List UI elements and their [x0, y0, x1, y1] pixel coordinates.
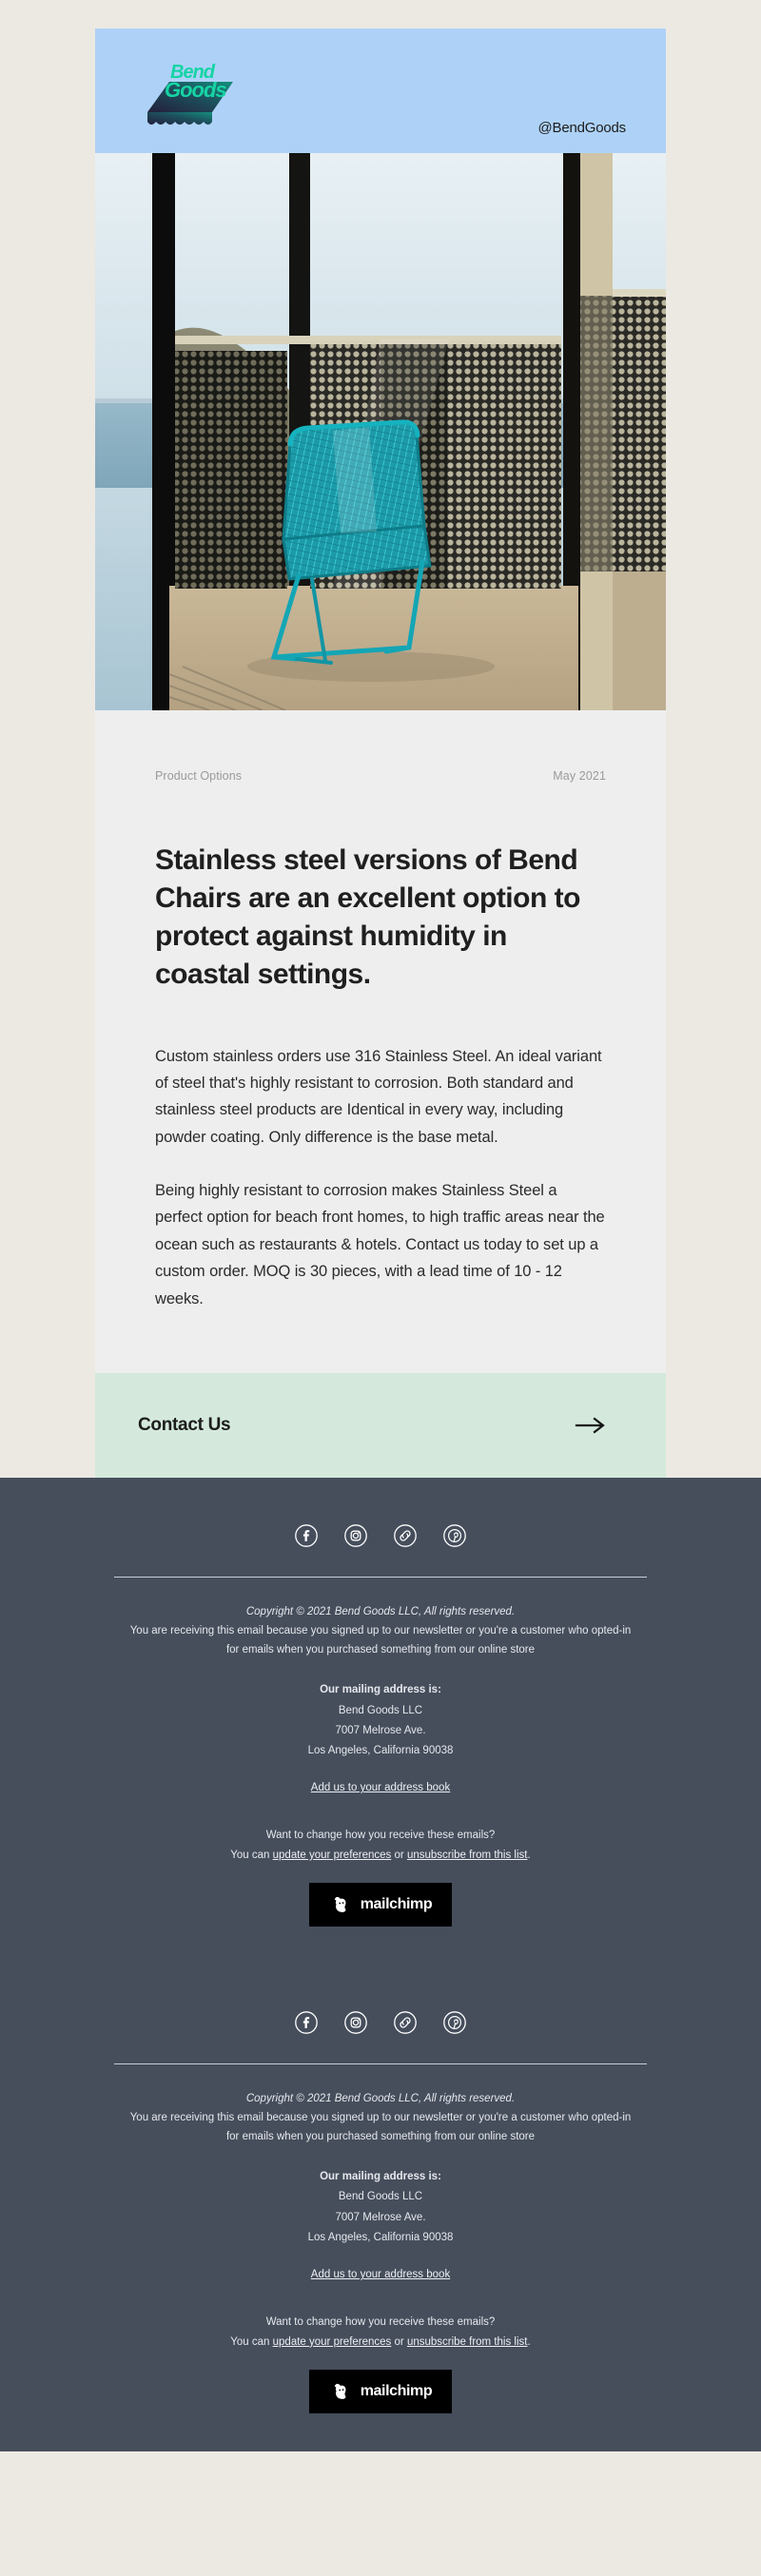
- mailing-address-heading: Our mailing address is:: [320, 1684, 441, 1696]
- optin-reason-line-1: You are receiving this email because you…: [129, 2111, 632, 2123]
- mailing-address-line-2: 7007 Melrose Ave.: [335, 2211, 426, 2223]
- website-link-icon[interactable]: [393, 1523, 418, 1548]
- unsubscribe-link[interactable]: unsubscribe from this list: [407, 1850, 528, 1861]
- instagram-icon[interactable]: [343, 2010, 368, 2035]
- mailchimp-badge-wrap: mailchimp: [114, 1882, 647, 1927]
- footer-copyright-block: Copyright © 2021 Bend Goods LLC, All rig…: [114, 2089, 647, 2146]
- mailing-address-block: Our mailing address is: Bend Goods LLC 7…: [114, 1680, 647, 1761]
- social-handle[interactable]: @BendGoods: [538, 120, 627, 136]
- footer-block: Copyright © 2021 Bend Goods LLC, All rig…: [114, 2010, 647, 2413]
- mailchimp-label: mailchimp: [360, 2382, 433, 2399]
- arrow-right-icon: [575, 1416, 607, 1435]
- instagram-icon[interactable]: [343, 1523, 368, 1548]
- mailing-address-line-3: Los Angeles, California 90038: [307, 1745, 454, 1757]
- article-category: Product Options: [155, 769, 243, 783]
- prefs-or: or: [391, 2335, 407, 2348]
- mailchimp-badge-wrap: mailchimp: [114, 2369, 647, 2413]
- email-wrapper: Bend Goods @BendGoods Product Options Ma…: [0, 0, 761, 1478]
- article-body: Product Options May 2021 Stainless steel…: [95, 710, 666, 1373]
- article-paragraph-2: Being highly resistant to corrosion make…: [155, 1182, 605, 1307]
- svg-text:Goods: Goods: [165, 78, 226, 102]
- mailing-address-block: Our mailing address is: Bend Goods LLC 7…: [114, 2167, 647, 2248]
- article-headline: Stainless steel versions of Bend Chairs …: [155, 844, 580, 990]
- copyright-text: Copyright © 2021 Bend Goods LLC, All rig…: [245, 2092, 516, 2104]
- add-to-address-book-link[interactable]: Add us to your address book: [311, 1782, 450, 1793]
- address-book-row: Add us to your address book: [114, 1782, 647, 1793]
- unsubscribe-link[interactable]: unsubscribe from this list: [407, 2336, 528, 2348]
- article-date: May 2021: [553, 769, 606, 783]
- preferences-question: Want to change how you receive these ema…: [265, 1830, 496, 1842]
- prefs-or: or: [391, 1850, 407, 1862]
- footer-copyright-block: Copyright © 2021 Bend Goods LLC, All rig…: [114, 1602, 647, 1659]
- mailchimp-label: mailchimp: [360, 1895, 433, 1912]
- email-page: Bend Goods @BendGoods Product Options Ma…: [0, 0, 761, 2451]
- website-link-icon[interactable]: [393, 2010, 418, 2035]
- mailing-address-heading: Our mailing address is:: [320, 2171, 441, 2183]
- prefs-prefix: You can: [230, 2335, 273, 2348]
- preferences-block: Want to change how you receive these ema…: [114, 2313, 647, 2352]
- email-card: Bend Goods @BendGoods Product Options Ma…: [95, 29, 666, 1478]
- add-to-address-book-link[interactable]: Add us to your address book: [311, 2269, 450, 2280]
- mailchimp-badge[interactable]: mailchimp: [309, 1882, 452, 1927]
- article-meta: Product Options May 2021: [155, 769, 606, 783]
- hero-image: [95, 153, 666, 710]
- preferences-block: Want to change how you receive these ema…: [114, 1826, 647, 1865]
- bend-goods-logo[interactable]: Bend Goods: [138, 55, 252, 129]
- prefs-suffix: .: [527, 1850, 531, 1862]
- email-footer-primary: Copyright © 2021 Bend Goods LLC, All rig…: [0, 1477, 761, 1965]
- optin-reason-line-2: for emails when you purchased something …: [225, 1644, 536, 1656]
- prefs-suffix: .: [527, 2335, 531, 2348]
- social-links: [114, 2010, 647, 2035]
- preferences-links-line: You can update your preferences or unsub…: [114, 2333, 647, 2353]
- mailing-address-line-1: Bend Goods LLC: [338, 1704, 423, 1716]
- mailchimp-monkey-icon: [329, 2379, 354, 2404]
- preferences-question: Want to change how you receive these ema…: [265, 2316, 496, 2329]
- contact-us-label: Contact Us: [138, 1414, 231, 1435]
- footer-block: Copyright © 2021 Bend Goods LLC, All rig…: [114, 1523, 647, 1927]
- mailing-address-line-1: Bend Goods LLC: [338, 2191, 423, 2203]
- address-book-row: Add us to your address book: [114, 2269, 647, 2280]
- facebook-icon[interactable]: [294, 1523, 319, 1548]
- mailchimp-badge[interactable]: mailchimp: [309, 2369, 452, 2413]
- email-footer-secondary: Copyright © 2021 Bend Goods LLC, All rig…: [0, 1964, 761, 2451]
- social-links: [114, 1523, 647, 1548]
- update-preferences-link[interactable]: update your preferences: [273, 2336, 392, 2348]
- email-header: Bend Goods @BendGoods: [95, 29, 666, 153]
- footer-divider: [114, 1576, 647, 1578]
- facebook-icon[interactable]: [294, 2010, 319, 2035]
- preferences-links-line: You can update your preferences or unsub…: [114, 1846, 647, 1866]
- article-paragraph-1: Custom stainless orders use 316 Stainles…: [155, 1047, 602, 1146]
- mailchimp-monkey-icon: [329, 1892, 354, 1917]
- optin-reason-line-1: You are receiving this email because you…: [129, 1625, 632, 1637]
- footer-divider: [114, 2063, 647, 2064]
- optin-reason-line-2: for emails when you purchased something …: [225, 2131, 536, 2142]
- update-preferences-link[interactable]: update your preferences: [273, 1850, 392, 1861]
- pinterest-icon[interactable]: [442, 1523, 467, 1548]
- pinterest-icon[interactable]: [442, 2010, 467, 2035]
- mailing-address-line-2: 7007 Melrose Ave.: [335, 1724, 426, 1736]
- copyright-text: Copyright © 2021 Bend Goods LLC, All rig…: [245, 1605, 516, 1617]
- contact-us-cta[interactable]: Contact Us: [95, 1372, 666, 1478]
- mailing-address-line-3: Los Angeles, California 90038: [307, 2231, 454, 2243]
- prefs-prefix: You can: [230, 1850, 273, 1862]
